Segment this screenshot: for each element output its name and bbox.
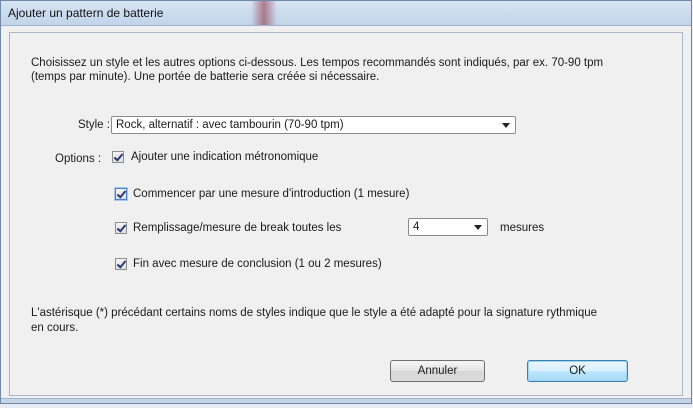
metronome-mark-label[interactable]: Ajouter une indication métronomique <box>131 151 318 163</box>
asterisk-note-line-1: L'astérisque (*) précédant certains noms… <box>31 307 598 319</box>
metronome-mark-checkbox[interactable] <box>112 151 124 163</box>
style-label: Style : <box>78 119 110 131</box>
intro-line-2: (temps par minute). Une portée de batter… <box>31 71 380 83</box>
fill-every-unit: mesures <box>500 222 545 234</box>
dialog-body: Choisissez un style et les autres option… <box>9 32 683 396</box>
titlebar-decoration <box>251 1 277 25</box>
dialog-window: Ajouter un pattern de batterie Choisisse… <box>0 0 692 404</box>
fill-break-checkbox[interactable] <box>115 222 127 234</box>
asterisk-note: L'astérisque (*) précédant certains noms… <box>31 306 651 336</box>
window-bottom-edge <box>1 398 691 403</box>
intro-bar-label[interactable]: Commencer par une mesure d'introduction … <box>133 188 409 200</box>
intro-bar-checkbox[interactable] <box>115 188 127 200</box>
window-title: Ajouter un pattern de batterie <box>8 6 164 20</box>
asterisk-note-line-2: en cours. <box>31 322 79 334</box>
ok-button[interactable]: OK <box>527 360 628 382</box>
chevron-down-icon[interactable] <box>474 225 482 230</box>
intro-line-1: Choisissez un style et les autres option… <box>31 57 604 69</box>
title-bar[interactable]: Ajouter un pattern de batterie <box>1 1 691 26</box>
style-dropdown[interactable]: Rock, alternatif : avec tambourin (70-90… <box>111 116 516 134</box>
ending-bar-checkbox[interactable] <box>115 258 127 270</box>
fill-every-value: 4 <box>413 221 420 233</box>
chevron-down-icon[interactable] <box>502 123 510 128</box>
cancel-button[interactable]: Annuler <box>390 360 485 382</box>
style-dropdown-value: Rock, alternatif : avec tambourin (70-90… <box>116 119 344 131</box>
options-label: Options : <box>55 153 102 165</box>
fill-break-label[interactable]: Remplissage/mesure de break toutes les <box>133 222 341 234</box>
fill-every-dropdown[interactable]: 4 <box>408 218 488 236</box>
ending-bar-label[interactable]: Fin avec mesure de conclusion (1 ou 2 me… <box>133 258 382 270</box>
intro-text: Choisissez un style et les autres option… <box>31 56 661 84</box>
